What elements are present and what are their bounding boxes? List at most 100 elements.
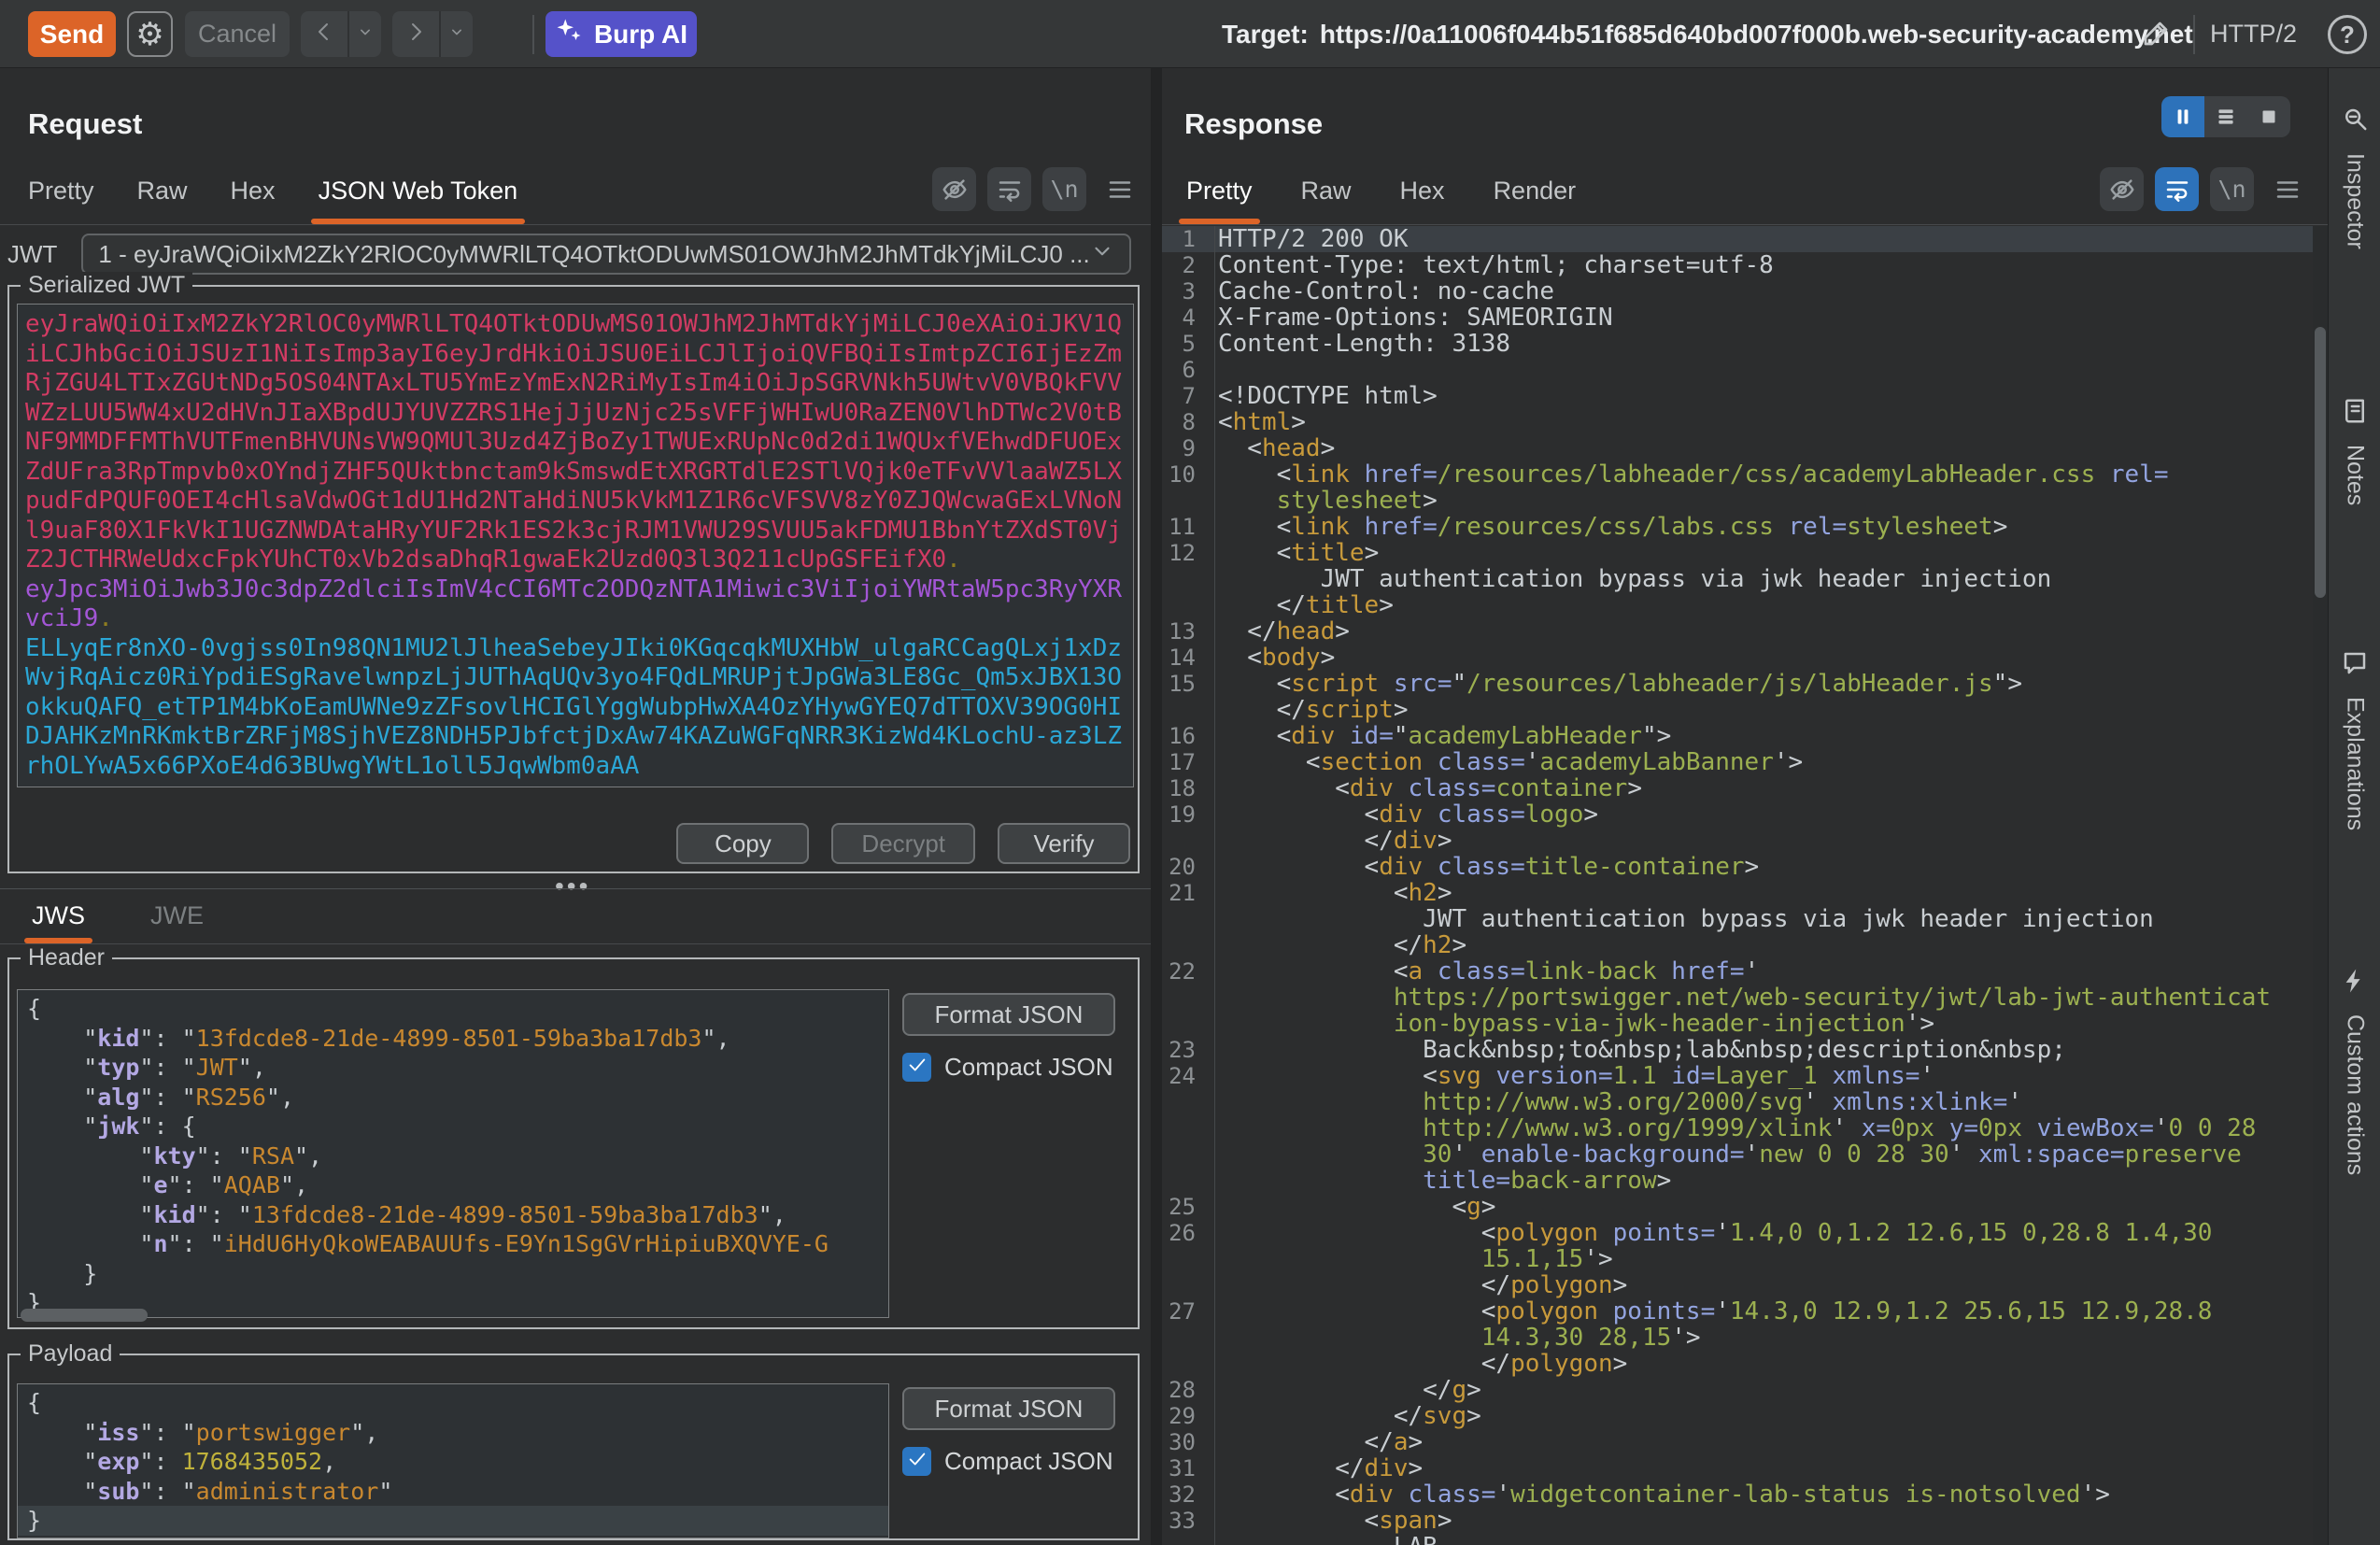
jwt-h-part: eyJraWQiOiIxM2ZkY2RlOC0yMWRlLTQ4OTktODUw… (25, 310, 1124, 575)
tab-jws[interactable]: JWS (28, 901, 89, 943)
response-code-row: </h2> (1162, 932, 2313, 958)
response-code-row: 17 <section class='academyLabBanner'> (1162, 749, 2313, 775)
line-number (1162, 1351, 1205, 1377)
json-row: "kid": "13fdcde8-21de-4899-8501-59ba3ba1… (27, 1024, 879, 1054)
serialized-jwt-editor[interactable]: eyJraWQiOiIxM2ZkY2RlOC0yMWRlLTQ4OTktODUw… (17, 304, 1134, 787)
line-number: 7 (1162, 383, 1205, 409)
sidebar-item-custom-actions[interactable]: Custom actions (2329, 967, 2380, 1175)
chevron-left-icon (313, 21, 335, 48)
line-number: 8 (1162, 409, 1205, 435)
forward-history-dropdown[interactable] (441, 11, 473, 57)
back-button[interactable] (301, 11, 349, 57)
right-sidebar: Inspector Notes Explanations Custom actions (2328, 68, 2380, 1545)
pause-icon[interactable] (2161, 96, 2204, 137)
tab-hex[interactable]: Hex (1400, 158, 1445, 224)
horizontal-scrollbar[interactable] (21, 1309, 148, 1322)
line-number: 33 (1162, 1508, 1205, 1534)
rows-icon[interactable] (2204, 96, 2247, 137)
line-number: 1 (1162, 226, 1205, 252)
response-code-row: title=back-arrow> (1162, 1168, 2313, 1194)
fill-icon[interactable] (2247, 96, 2290, 137)
sidebar-item-inspector[interactable]: Inspector (2329, 106, 2380, 249)
top-toolbar: Send ⚙ Cancel Burp AI Target:https://0a1… (0, 0, 2380, 68)
line-number (1162, 906, 1205, 932)
response-code-row: 12 <title> (1162, 540, 2313, 566)
json-row: "kid": "13fdcde8-21de-4899-8501-59ba3ba1… (27, 1200, 879, 1230)
line-number: 16 (1162, 723, 1205, 749)
tab-raw[interactable]: Raw (137, 158, 188, 224)
verify-button[interactable]: Verify (998, 823, 1130, 864)
vertical-scrollbar-thumb[interactable] (2315, 327, 2326, 598)
line-number: 18 (1162, 775, 1205, 801)
edit-target-button[interactable] (2135, 13, 2178, 56)
response-code-row: https://portswigger.net/web-security/jwt… (1162, 985, 2313, 1011)
response-code-row: 15.1,15'> (1162, 1246, 2313, 1272)
line-number (1162, 1534, 1205, 1545)
back-history-dropdown[interactable] (349, 11, 381, 57)
decrypt-button[interactable]: Decrypt (831, 823, 975, 864)
send-button[interactable]: Send (28, 11, 116, 57)
toolbar-separator (2193, 15, 2195, 54)
tab-json-web-token[interactable]: JSON Web Token (319, 158, 518, 224)
hide-icon[interactable] (932, 167, 976, 211)
format-json-button[interactable]: Format JSON (902, 993, 1115, 1036)
tab-pretty[interactable]: Pretty (1186, 158, 1253, 224)
response-code-row: stylesheet> (1162, 488, 2313, 514)
line-number: 12 (1162, 540, 1205, 566)
compact-json-checkbox[interactable] (902, 1053, 931, 1082)
line-number (1162, 1272, 1205, 1298)
line-number (1162, 488, 1205, 514)
line-number: 15 (1162, 671, 1205, 697)
json-row: "kty": "RSA", (27, 1141, 879, 1171)
jwt-select-value: 1 - eyJraWQiOiIxM2ZkY2RlOC0yMWRlLTQ4OTkt… (98, 240, 1089, 269)
forward-button[interactable] (392, 11, 441, 57)
cancel-button[interactable]: Cancel (185, 11, 290, 57)
layout-toggle-group (2161, 96, 2290, 137)
tab-raw[interactable]: Raw (1301, 158, 1352, 224)
custom-actions-icon (2341, 967, 2369, 999)
jwt-label: JWT (7, 240, 57, 269)
pencil-icon (2142, 18, 2172, 52)
newline-icon[interactable]: \n (1042, 167, 1086, 211)
json-row: "e": "AQAB", (27, 1170, 879, 1200)
response-code-row: </polygon> (1162, 1351, 2313, 1377)
jwt-select[interactable]: 1 - eyJraWQiOiIxM2ZkY2RlOC0yMWRlLTQ4OTkt… (81, 234, 1130, 275)
response-code-row: 19 <div class=logo> (1162, 801, 2313, 828)
copy-button[interactable]: Copy (676, 823, 809, 864)
sidebar-item-explanations[interactable]: Explanations (2329, 649, 2380, 830)
response-code-row: 31 </div> (1162, 1455, 2313, 1481)
line-number (1162, 932, 1205, 958)
wrap-lines-icon[interactable] (2155, 167, 2199, 211)
line-number: 6 (1162, 357, 1205, 383)
sidebar-item-label: Custom actions (2342, 1014, 2369, 1175)
jwt-payload-editor[interactable]: { "iss": "portswigger", "exp": 176843505… (17, 1383, 889, 1538)
tab-jwe[interactable]: JWE (147, 901, 207, 943)
hide-icon[interactable] (2100, 167, 2144, 211)
response-code-row: </div> (1162, 828, 2313, 854)
wrap-lines-icon[interactable] (987, 167, 1031, 211)
newline-icon[interactable]: \n (2210, 167, 2254, 211)
response-code-row: 29 </svg> (1162, 1403, 2313, 1429)
line-number: 32 (1162, 1481, 1205, 1508)
compact-json-row: Compact JSON (902, 1447, 1115, 1476)
jws-jwe-tabs: JWS JWE (0, 890, 1151, 944)
response-editor[interactable]: 1HTTP/2 200 OK2Content-Type: text/html; … (1162, 226, 2313, 1545)
burp-ai-button[interactable]: Burp AI (545, 11, 697, 57)
json-row: "iss": "portswigger", (27, 1418, 879, 1448)
vertical-scrollbar-track[interactable] (2313, 226, 2328, 1545)
help-button[interactable]: ? (2328, 15, 2367, 54)
jwt-row: JWT 1 - eyJraWQiOiIxM2ZkY2RlOC0yMWRlLTQ4… (7, 233, 1126, 276)
tab-hex[interactable]: Hex (231, 158, 276, 224)
gear-button[interactable]: ⚙ (127, 11, 173, 57)
tab-render[interactable]: Render (1494, 158, 1577, 224)
response-code-row: 13 </head> (1162, 618, 2313, 645)
sidebar-item-notes[interactable]: Notes (2329, 397, 2380, 505)
compact-json-checkbox[interactable] (902, 1447, 931, 1476)
response-code-row: 33 <span> (1162, 1508, 2313, 1534)
tab-pretty[interactable]: Pretty (28, 158, 94, 224)
menu-icon[interactable] (1098, 167, 1141, 211)
menu-icon[interactable] (2265, 167, 2309, 211)
format-json-button[interactable]: Format JSON (902, 1387, 1115, 1430)
response-code-row: 9 <head> (1162, 435, 2313, 461)
jwt-header-editor[interactable]: { "kid": "13fdcde8-21de-4899-8501-59ba3b… (17, 989, 889, 1318)
